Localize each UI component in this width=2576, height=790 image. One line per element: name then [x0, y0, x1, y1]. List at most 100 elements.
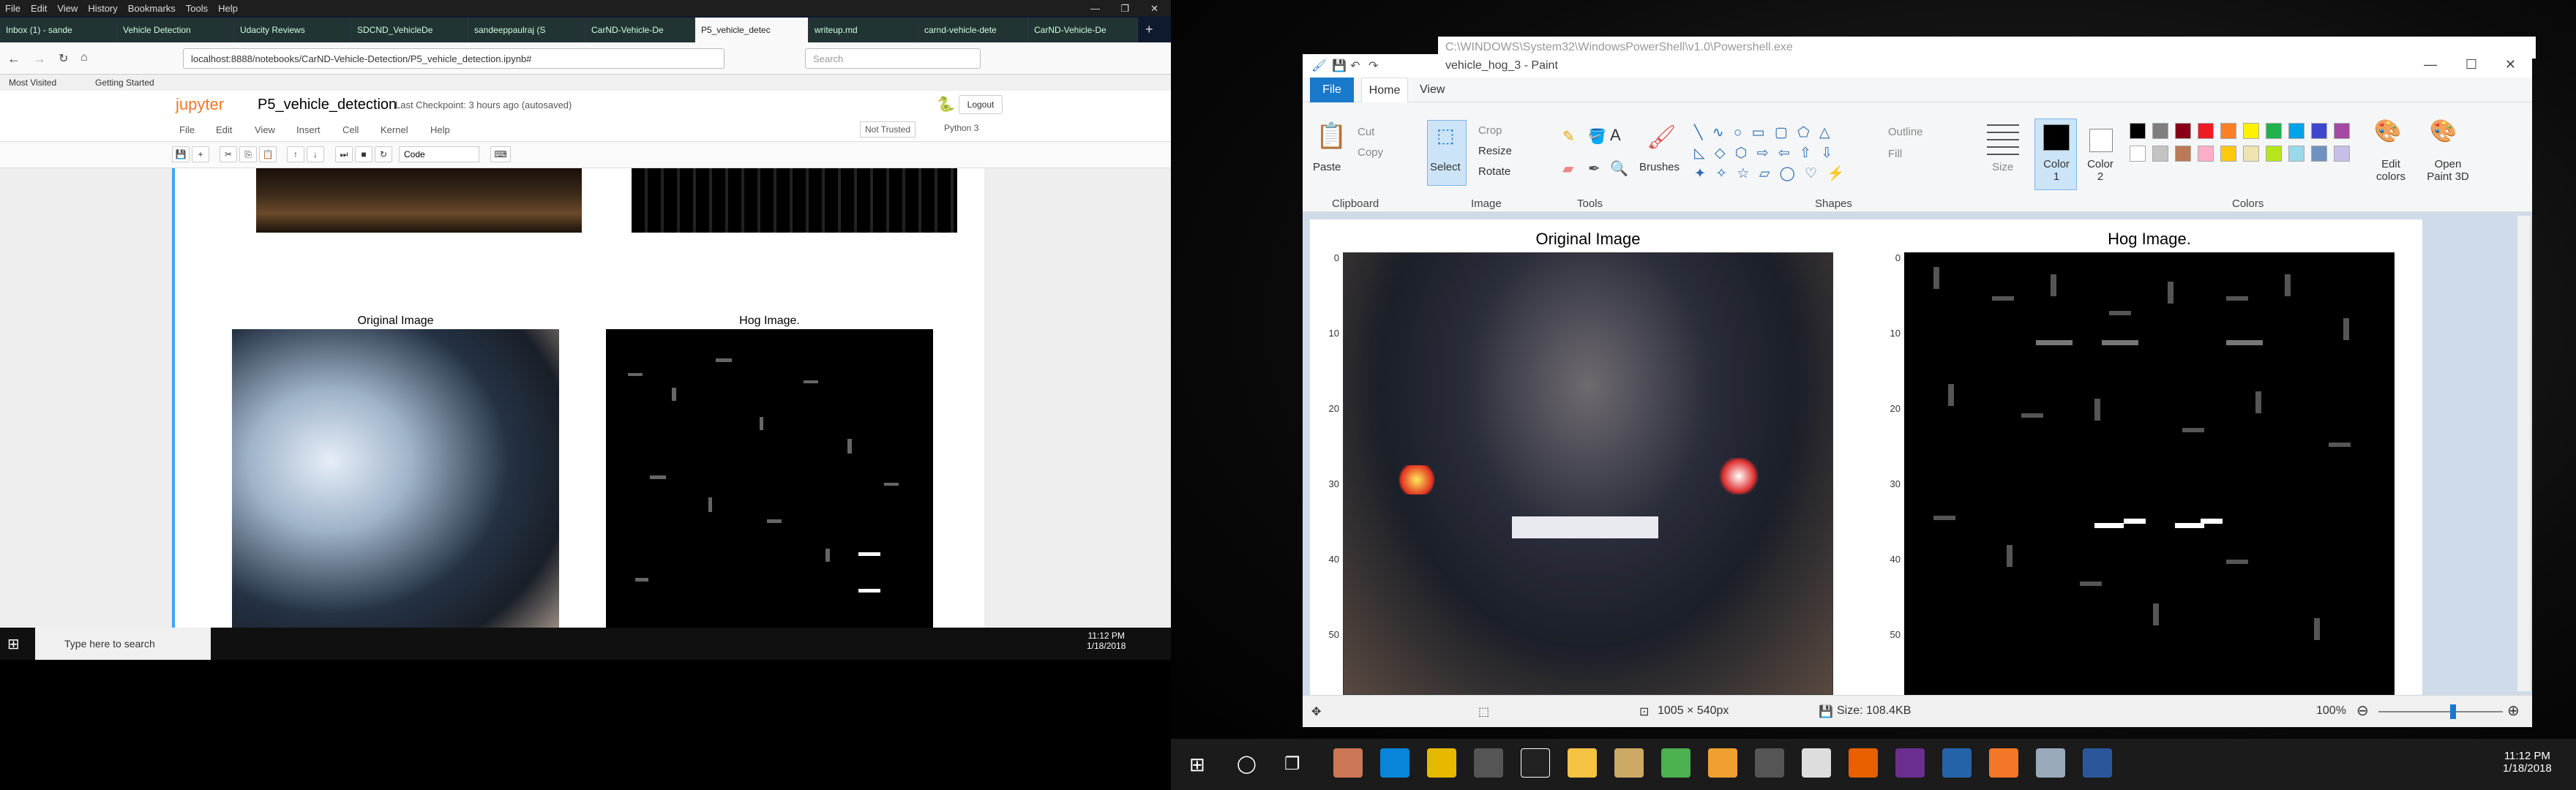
- redo-icon[interactable]: ↷: [1368, 59, 1378, 73]
- color1-swatch[interactable]: [2043, 124, 2070, 151]
- eraser-icon[interactable]: ▰: [1562, 159, 1573, 178]
- nb-menu-view[interactable]: View: [255, 124, 275, 135]
- tab-inbox[interactable]: Inbox (1) - sande: [0, 18, 117, 42]
- paint-minimize-icon[interactable]: —: [2424, 57, 2437, 72]
- taskbar-search-input[interactable]: Type here to search: [35, 628, 211, 660]
- restart-icon[interactable]: ↻: [375, 146, 392, 162]
- mail-icon[interactable]: [1802, 748, 1831, 778]
- maximize-icon[interactable]: ❐: [1115, 0, 1134, 16]
- paint-maximize-icon[interactable]: ☐: [2465, 57, 2477, 72]
- run-icon[interactable]: ⏭: [335, 146, 353, 162]
- nb-menu-edit[interactable]: Edit: [216, 124, 232, 135]
- edge-icon[interactable]: [1380, 748, 1409, 778]
- palette-swatch[interactable]: [2198, 123, 2214, 139]
- palette-swatch[interactable]: [2334, 123, 2350, 139]
- tab-vehicle-detection[interactable]: Vehicle Detection: [117, 18, 234, 42]
- media-icon[interactable]: [1708, 748, 1737, 778]
- reload-icon[interactable]: ↻: [59, 51, 68, 66]
- jupyter-icon[interactable]: [1989, 748, 2018, 778]
- brushes-button[interactable]: Brushes: [1639, 161, 1680, 173]
- menu-view[interactable]: View: [52, 0, 83, 16]
- tab-carnd-2[interactable]: CarND-Vehicle-De: [1028, 18, 1138, 42]
- tab-sandeeppaulraj[interactable]: sandeeppaulraj (S: [468, 18, 585, 42]
- text-tool-icon[interactable]: A: [1610, 126, 1621, 145]
- windows-start-icon[interactable]: ⊞: [7, 635, 20, 653]
- quick-save-icon[interactable]: 💾: [1332, 59, 1347, 73]
- pencil-icon[interactable]: ✎: [1562, 127, 1575, 146]
- nb-menu-kernel[interactable]: Kernel: [381, 124, 408, 135]
- palette-swatch[interactable]: [2266, 123, 2282, 139]
- palette-swatch[interactable]: [2152, 123, 2168, 139]
- rotate-button[interactable]: Rotate: [1478, 165, 1510, 178]
- nb-menu-cell[interactable]: Cell: [342, 124, 359, 135]
- paint-tab-view[interactable]: View: [1420, 83, 1445, 97]
- jupyter-logo[interactable]: jupyter: [176, 95, 224, 114]
- paste-icon[interactable]: 📋: [259, 146, 277, 162]
- browser-search-input[interactable]: Search: [805, 48, 981, 69]
- menu-bookmarks[interactable]: Bookmarks: [123, 0, 181, 16]
- palette-swatch[interactable]: [2175, 123, 2191, 139]
- palette-swatch[interactable]: [2220, 146, 2236, 162]
- cell-type-select[interactable]: Code: [399, 146, 479, 162]
- bookmark-most-visited[interactable]: Most Visited: [9, 78, 56, 88]
- size-icon[interactable]: [1987, 124, 2019, 155]
- zoom-out-icon[interactable]: ⊖: [2356, 701, 2369, 720]
- new-tab-icon[interactable]: +: [1145, 22, 1153, 37]
- onenote-icon[interactable]: [1895, 748, 1925, 778]
- minimize-icon[interactable]: —: [1085, 0, 1105, 16]
- home-icon[interactable]: ⌂: [80, 51, 88, 64]
- menu-file[interactable]: File: [0, 0, 26, 16]
- zoom-in-icon[interactable]: ⊕: [2507, 701, 2520, 720]
- store-icon[interactable]: [1474, 748, 1503, 778]
- back-icon[interactable]: ←: [7, 51, 20, 67]
- tab-p5-active[interactable]: P5_vehicle_detec: [695, 18, 809, 42]
- logout-button[interactable]: Logout: [959, 95, 1003, 114]
- notebook-name[interactable]: P5_vehicle_detection: [258, 97, 397, 113]
- zoom-slider-thumb[interactable]: [2450, 704, 2456, 719]
- paint-icon[interactable]: [2036, 748, 2065, 778]
- move-down-icon[interactable]: ↓: [307, 146, 324, 162]
- terminal-icon[interactable]: [1755, 748, 1784, 778]
- menu-history[interactable]: History: [83, 0, 122, 16]
- palette-swatch[interactable]: [2311, 123, 2327, 139]
- palette-swatch[interactable]: [2288, 146, 2304, 162]
- palette-swatch[interactable]: [2220, 123, 2236, 139]
- powershell-icon[interactable]: [1942, 748, 1972, 778]
- nb-menu-file[interactable]: File: [179, 124, 195, 135]
- tab-sdcnd[interactable]: SDCND_VehicleDe: [351, 18, 468, 42]
- color2-swatch[interactable]: [2089, 129, 2113, 152]
- stop-icon[interactable]: ■: [355, 146, 372, 162]
- cut-icon[interactable]: ✂: [220, 146, 237, 162]
- windows-start-icon-right[interactable]: ⊞: [1189, 753, 1205, 776]
- palette-swatch[interactable]: [2198, 146, 2214, 162]
- paint-close-icon[interactable]: ✕: [2505, 57, 2516, 72]
- notes-icon[interactable]: [1568, 748, 1597, 778]
- nb-menu-insert[interactable]: Insert: [296, 124, 321, 135]
- shapes-gallery[interactable]: ╲ ∿ ○ ▭ ▢ ⬠ △ ◺ ◇ ⬡ ⇨ ⇦ ⇧ ⇩ ✦ ✧ ☆ ▱ ◯ ♡ ⚡: [1694, 123, 1870, 189]
- palette-swatch[interactable]: [2130, 146, 2146, 162]
- paint-tab-home[interactable]: Home: [1361, 78, 1408, 102]
- chrome-icon[interactable]: [1661, 748, 1690, 778]
- word-icon[interactable]: [2083, 748, 2112, 778]
- palette-swatch[interactable]: [2243, 146, 2259, 162]
- paint-vertical-scrollbar[interactable]: [2517, 216, 2531, 691]
- paste-icon-large[interactable]: 📋: [1316, 121, 1347, 151]
- palette-swatch[interactable]: [2311, 146, 2327, 162]
- task-view-icon[interactable]: ❐: [1284, 753, 1300, 775]
- paint3d-icon[interactable]: 🎨: [2430, 118, 2457, 144]
- edit-colors-icon[interactable]: 🎨: [2374, 118, 2401, 144]
- tab-carnd-1[interactable]: CarND-Vehicle-De: [585, 18, 695, 42]
- palette-swatch[interactable]: [2266, 146, 2282, 162]
- add-cell-icon[interactable]: +: [192, 146, 209, 162]
- palette-swatch[interactable]: [2152, 146, 2168, 162]
- palette-swatch[interactable]: [2243, 123, 2259, 139]
- tab-udacity-reviews[interactable]: Udacity Reviews: [234, 18, 351, 42]
- cortana-icon[interactable]: ◯: [1237, 753, 1257, 775]
- copy-button[interactable]: Copy: [1358, 146, 1383, 159]
- crop-button[interactable]: Crop: [1478, 124, 1502, 137]
- zoom-slider-track[interactable]: [2378, 711, 2503, 712]
- edit-colors-button[interactable]: Edit colors: [2373, 158, 2409, 183]
- copy-icon[interactable]: ⎘: [239, 146, 257, 162]
- cut-button[interactable]: Cut: [1358, 126, 1374, 138]
- amazon-icon[interactable]: [1521, 748, 1550, 778]
